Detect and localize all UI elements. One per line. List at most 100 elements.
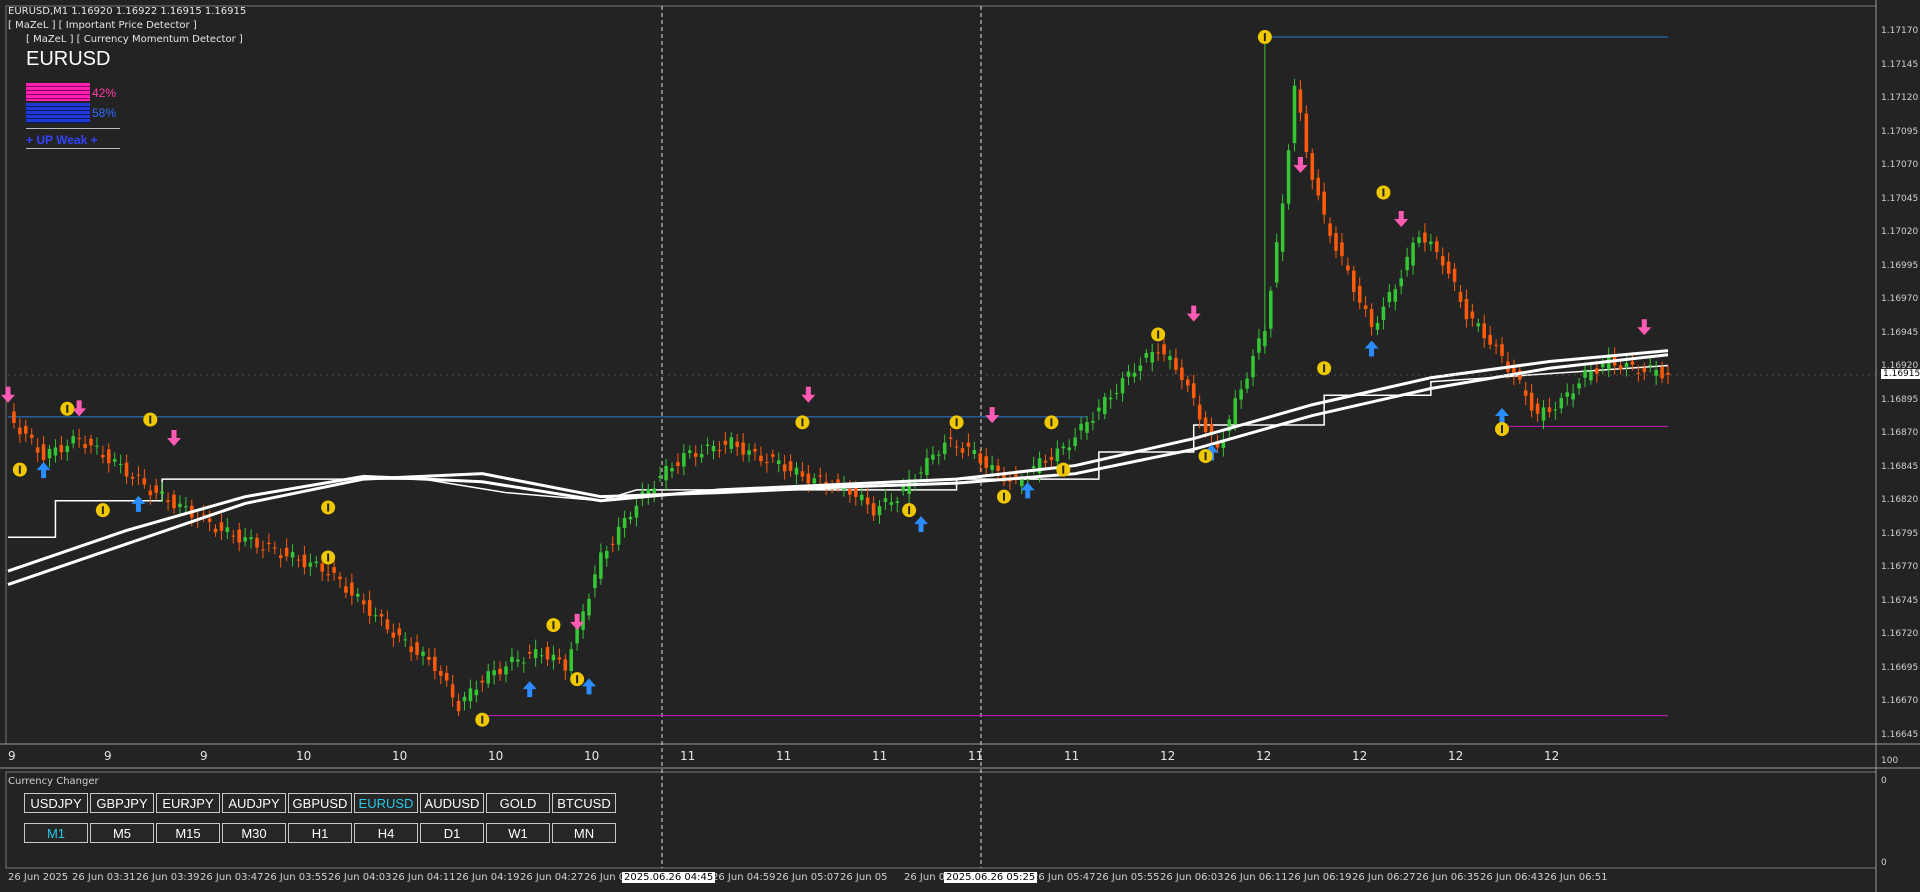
bull-candle [1263,331,1267,347]
price-tick-label: 1.16945 [1881,327,1919,338]
bear-candle [771,454,775,457]
bull-candle [1097,407,1101,412]
price-tick-label: 1.17095 [1881,126,1919,137]
symbol-audjpy-button[interactable]: AUDJPY [222,793,286,813]
bull-candle [729,437,734,449]
bull-candle [421,651,425,656]
bear-candle [984,456,988,468]
bull-candle [1103,396,1107,415]
symbol-gbpusd-button[interactable]: GBPUSD [288,793,352,813]
bear-candle [1215,444,1220,448]
timeframe-w1-button[interactable]: W1 [486,823,550,843]
bull-candle [314,561,319,564]
time-tick-label: 26 Jun 06:03 [1160,872,1224,883]
buy-arrow-icon [522,681,537,698]
bull-candle [931,454,935,460]
bull-candle [118,463,123,465]
timeframe-m30-button[interactable]: M30 [222,823,286,843]
bull-candle [1280,203,1285,252]
bull-candle [859,494,864,501]
bear-candle [1310,153,1315,180]
bear-candle [1446,261,1451,274]
time-tick-label: 26 Jun 05:55 [1096,872,1160,883]
bear-candle [527,651,532,654]
bull-candle [160,491,164,494]
hour-label: 11 [776,749,792,763]
bear-candle [1618,365,1623,370]
bull-candle [474,689,479,696]
time-tick-label: 26 Jun 06:35 [1416,872,1480,883]
indicator-label-price-detector: [ MaZeL ] [ Important Price Detector ] [8,20,197,31]
bear-candle [563,659,568,671]
bear-candle [1352,270,1356,292]
subwindow-scale-bottom: 0 [1881,858,1887,868]
symbol-gold-button[interactable]: GOLD [486,793,550,813]
bull-candle [290,552,295,558]
bear-candle [871,503,876,516]
bull-candle [747,450,751,455]
bear-candle [1452,268,1457,282]
buy-arrow-icon [582,678,596,695]
symbol-usdjpy-button[interactable]: USDJPY [24,793,88,813]
bull-candle [901,486,905,492]
price-chart[interactable] [0,0,1920,892]
bull-candle [634,505,639,518]
timeframe-m15-button[interactable]: M15 [156,823,220,843]
hour-label: 12 [1448,749,1464,763]
bear-candle [142,478,147,485]
bear-candle [237,529,241,543]
bull-candle [1648,365,1652,367]
hour-label: 12 [1256,749,1272,763]
bear-candle [865,497,870,505]
bear-candle [201,514,206,516]
bear-candle [24,425,28,434]
bull-candle [889,502,894,505]
bear-candle [379,614,384,617]
bear-candle [385,619,390,630]
symbol-gbpjpy-button[interactable]: GBPJPY [90,793,154,813]
bear-candle [130,476,135,479]
timeframe-h4-button[interactable]: H4 [354,823,418,843]
bull-candle [1476,323,1481,327]
time-tick-label: 26 Jun 04:19 [456,872,520,883]
time-tick-label: 26 Jun 06:11 [1224,872,1288,883]
bull-candle [593,574,597,589]
timeframe-m1-button[interactable]: M1 [24,823,88,843]
bull-candle [1583,369,1587,378]
bear-candle [302,554,307,568]
price-tick-label: 1.16770 [1881,562,1919,572]
symbol-btcusd-button[interactable]: BTCUSD [552,793,616,813]
bull-candle [1114,392,1119,394]
bull-candle [1126,371,1131,377]
bull-candle [1168,356,1172,361]
bull-candle [652,488,656,494]
bull-candle [1559,397,1564,409]
price-tick-label: 1.16720 [1881,629,1919,639]
symbol-audusd-button[interactable]: AUDUSD [420,793,484,813]
momentum-down-percent: 58% [92,106,117,120]
bear-candle [1440,256,1445,266]
bear-candle [836,479,840,483]
bull-candle [1031,466,1036,469]
price-tick-label: 1.17170 [1881,26,1919,36]
timeframe-mn-button[interactable]: MN [552,823,616,843]
bull-candle [468,688,473,702]
timeframe-d1-button[interactable]: D1 [420,823,484,843]
bear-candle [1464,298,1469,320]
bear-candle [818,475,822,477]
price-tick-label: 1.16845 [1881,461,1919,472]
symbol-eurjpy-button[interactable]: EURJPY [156,793,220,813]
timeframe-m5-button[interactable]: M5 [90,823,154,843]
bull-candle [249,537,253,540]
bear-candle [1008,480,1012,482]
bull-candle [877,506,882,516]
bear-candle [1535,403,1540,414]
price-tick-label: 1.16870 [1881,428,1919,438]
bull-candle [919,472,923,474]
symbol-eurusd-button[interactable]: EURUSD [354,793,418,813]
bear-candle [1500,344,1504,356]
time-tick-label: 26 Jun 06:51 [1544,872,1608,883]
bear-candle [456,700,461,712]
timeframe-h1-button[interactable]: H1 [288,823,352,843]
bear-candle [89,438,93,446]
